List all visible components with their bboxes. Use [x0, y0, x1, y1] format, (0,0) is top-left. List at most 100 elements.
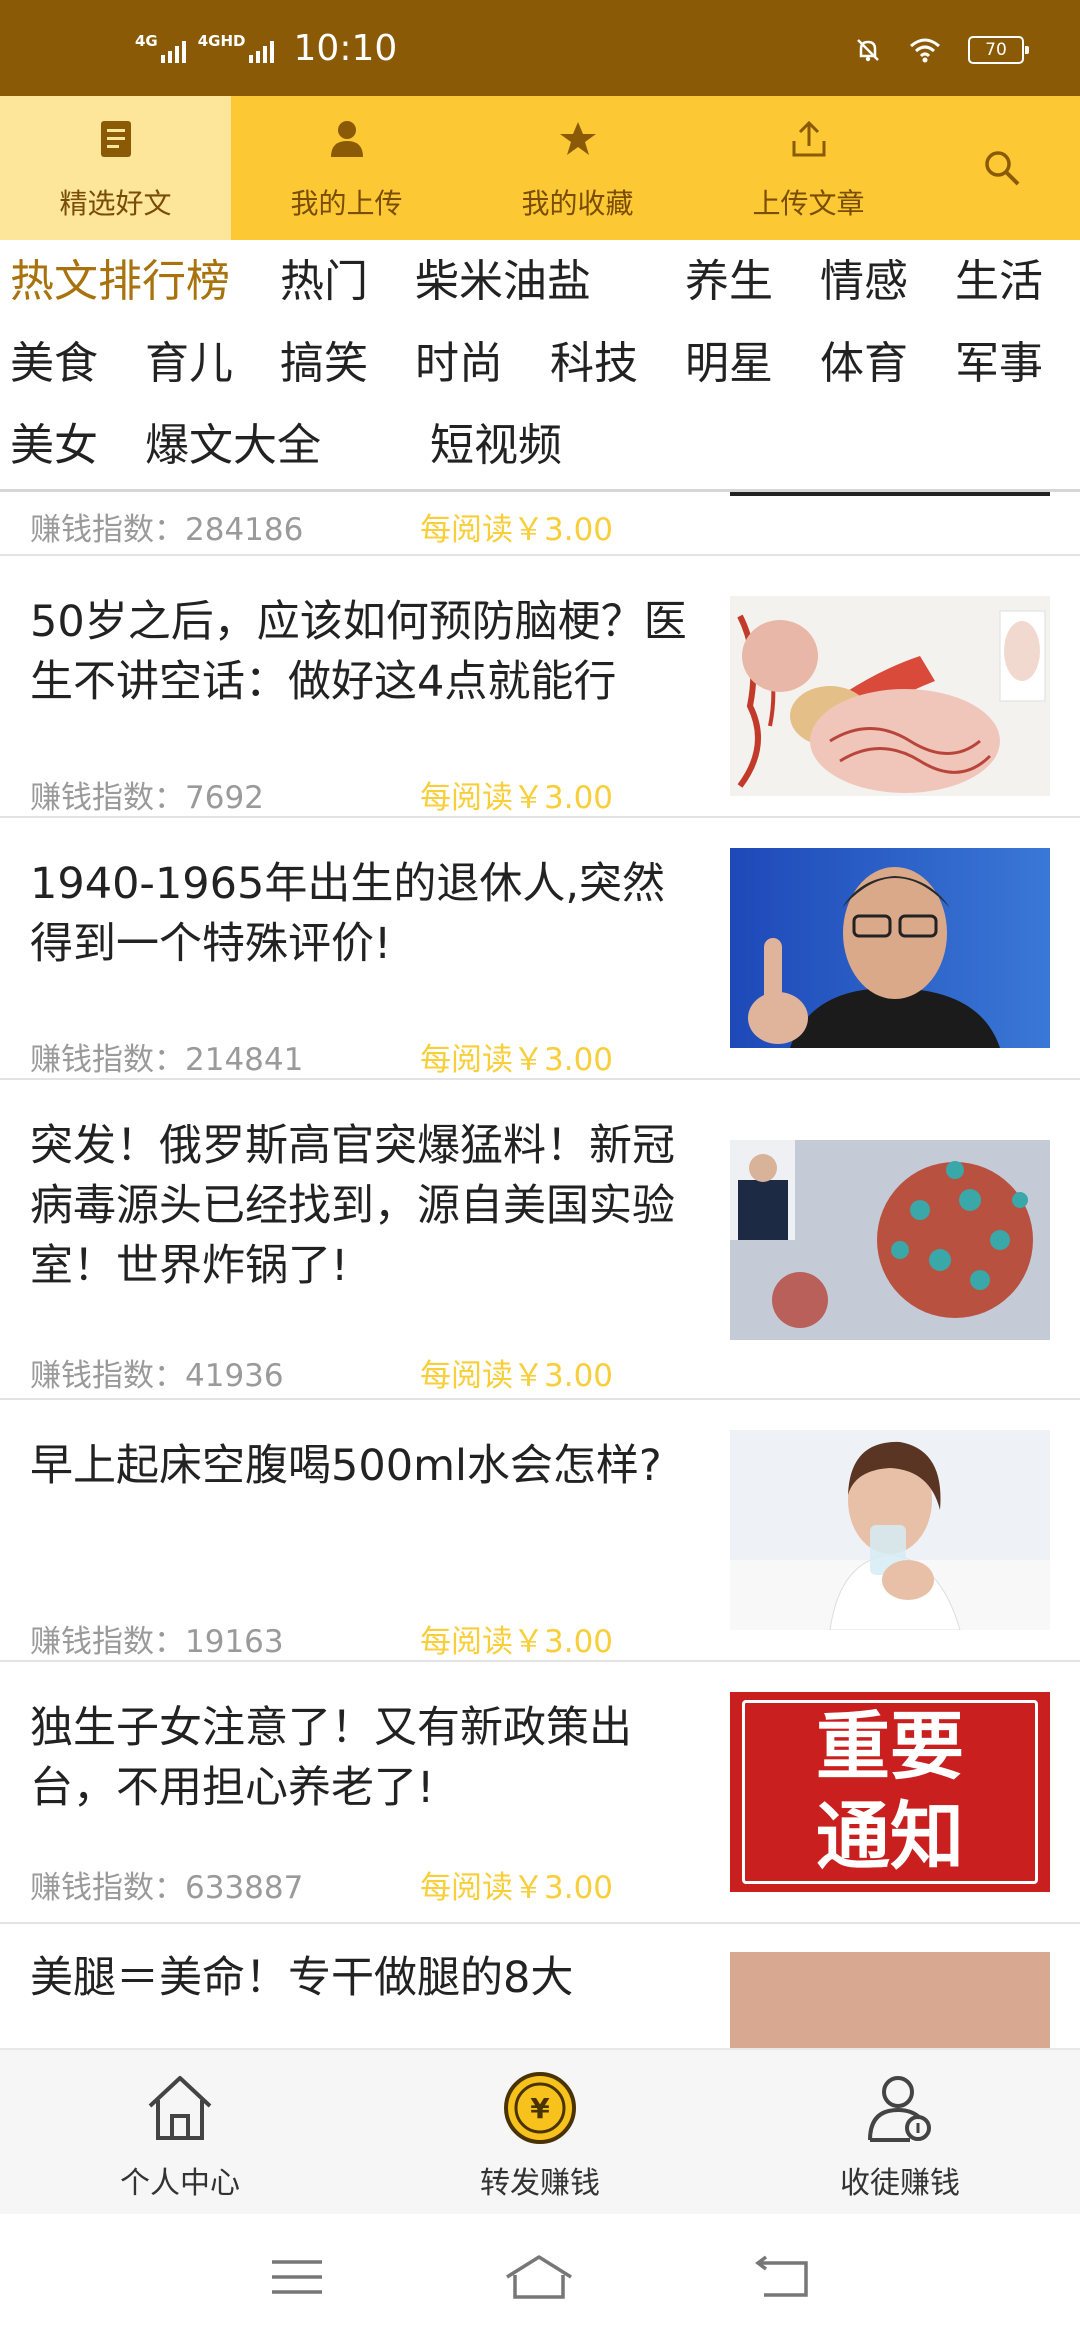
category-parenting[interactable]: 育儿: [145, 334, 233, 394]
earn-index: 赚钱指数：214841: [30, 1034, 303, 1079]
article-title: 突发！俄罗斯高官突爆猛料！新冠病毒源头已经找到，源自美国实验室！世界炸锅了!: [30, 1121, 675, 1291]
category-viral[interactable]: 爆文大全: [145, 416, 321, 476]
nav-label: 转发赚钱: [480, 2166, 600, 2201]
earn-value: 7692: [185, 780, 264, 816]
earn-index: 赚钱指数：7692: [30, 772, 264, 817]
nav-personal-center[interactable]: 个人中心: [0, 2050, 360, 2214]
search-icon: [985, 151, 1020, 186]
article-title: 独生子女注意了！又有新政策出台，不用担心养老了!: [30, 1703, 632, 1813]
nav-recruit-earn[interactable]: 收徒赚钱: [720, 2050, 1080, 2214]
category-short-video[interactable]: 短视频: [430, 416, 562, 476]
tab-featured[interactable]: 精选好文: [0, 96, 231, 240]
home-outline-icon[interactable]: [503, 2253, 575, 2301]
earn-value: 19163: [185, 1624, 284, 1660]
back-icon[interactable]: [754, 2255, 810, 2299]
category-popular[interactable]: 热门: [280, 252, 368, 312]
category-fashion[interactable]: 时尚: [415, 334, 503, 394]
top-tab-bar: 精选好文 我的上传 我的收藏 上传文章: [0, 96, 1080, 240]
category-hot-rank[interactable]: 热文排行榜: [10, 252, 230, 312]
price-per-read: 每阅读￥3.00: [420, 780, 614, 816]
category-life[interactable]: 生活: [955, 252, 1043, 312]
notice-image-text: 重要 通知: [742, 1700, 1038, 1884]
category-sports[interactable]: 体育: [820, 334, 908, 394]
earn-value: 41936: [185, 1358, 284, 1394]
menu-icon[interactable]: [270, 2257, 324, 2297]
earn-index: 赚钱指数：284186: [30, 504, 303, 549]
tab-label: 精选好文: [59, 187, 172, 220]
earn-index: 赚钱指数：633887: [30, 1862, 303, 1907]
category-funny[interactable]: 搞笑: [280, 334, 368, 394]
article-item[interactable]: 早上起床空腹喝500ml水会怎样? 赚钱指数：19163 每阅读￥3.00: [0, 1400, 1080, 1662]
system-nav-bar: [0, 2214, 1080, 2340]
article-thumbnail-speaker: [730, 848, 1050, 1048]
nav-share-earn[interactable]: ¥ 转发赚钱: [360, 2050, 720, 2214]
tab-label: 上传文章: [752, 187, 865, 220]
search-button[interactable]: [924, 96, 1080, 240]
status-bar: 4G 4GHD 10:10 70: [0, 0, 1080, 96]
earn-label: 赚钱指数：: [30, 1042, 185, 1078]
article-thumbnail-notice: 重要 通知: [730, 1692, 1050, 1892]
recruit-user-icon: [868, 2076, 931, 2142]
svg-text:¥: ¥: [530, 2092, 550, 2125]
mute-bell-icon: [857, 39, 879, 62]
article-item-partial[interactable]: 美腿＝美命！专干做腿的8大: [0, 1924, 1080, 2048]
earn-label: 赚钱指数：: [30, 1358, 185, 1394]
wifi-icon: [910, 38, 940, 63]
article-feed[interactable]: 赚钱指数：284186 每阅读￥3.00 50岁之后，应该如何预防脑梗？医生不讲…: [0, 492, 1080, 2048]
price-per-read: 每阅读￥3.00: [420, 1870, 614, 1906]
tab-my-favorites[interactable]: 我的收藏: [462, 96, 693, 240]
article-thumbnail: [730, 1952, 1050, 2048]
article-title: 50岁之后，应该如何预防脑梗？医生不讲空话：做好这4点就能行: [30, 597, 687, 707]
earn-label: 赚钱指数：: [30, 1624, 185, 1660]
category-tech[interactable]: 科技: [550, 334, 638, 394]
tab-upload-article[interactable]: 上传文章: [693, 96, 924, 240]
article-thumbnail-drinking: [730, 1430, 1050, 1630]
earn-label: 赚钱指数：: [30, 512, 185, 548]
category-health[interactable]: 养生: [685, 252, 773, 312]
price-per-read: 每阅读￥3.00: [420, 512, 614, 548]
earn-label: 赚钱指数：: [30, 780, 185, 816]
category-daily[interactable]: 柴米油盐: [415, 252, 591, 312]
category-beauty[interactable]: 美女: [10, 416, 98, 476]
network-label-2: 4GHD: [197, 32, 246, 50]
article-item[interactable]: 1940-1965年出生的退休人,突然得到一个特殊评价! 赚钱指数：214841…: [0, 818, 1080, 1080]
cell-signal-1: 4G: [135, 34, 186, 63]
category-military[interactable]: 军事: [955, 334, 1043, 394]
article-item-partial[interactable]: 赚钱指数：284186 每阅读￥3.00: [0, 492, 1080, 556]
article-item[interactable]: 突发！俄罗斯高官突爆猛料！新冠病毒源头已经找到，源自美国实验室！世界炸锅了! 赚…: [0, 1080, 1080, 1400]
earn-value: 284186: [185, 512, 304, 548]
earn-index: 赚钱指数：19163: [30, 1616, 284, 1661]
home-icon: [148, 2076, 212, 2140]
category-bar: 热文排行榜 热门 柴米油盐 养生 情感 生活 美食 育儿 搞笑 时尚 科技 明星…: [0, 240, 1080, 492]
earn-index: 赚钱指数：41936: [30, 1350, 284, 1395]
bottom-nav: 个人中心 ¥ 转发赚钱 收徒赚钱: [0, 2048, 1080, 2214]
article-title: 美腿＝美命！专干做腿的8大: [30, 1953, 574, 2003]
star-icon: [555, 116, 601, 162]
nav-label: 收徒赚钱: [840, 2166, 960, 2201]
article-title: 早上起床空腹喝500ml水会怎样?: [30, 1441, 662, 1491]
category-emotion[interactable]: 情感: [820, 252, 908, 312]
article-title: 1940-1965年出生的退休人,突然得到一个特殊评价!: [30, 859, 666, 969]
status-left: 4G 4GHD 10:10: [135, 28, 397, 69]
article-thumbnail-brain: [730, 596, 1050, 796]
status-right: 70: [854, 36, 1029, 64]
tab-label: 我的收藏: [521, 187, 634, 220]
clock: 10:10: [293, 28, 398, 69]
article-item[interactable]: 独生子女注意了！又有新政策出台，不用担心养老了! 赚钱指数：633887 每阅读…: [0, 1662, 1080, 1924]
category-food[interactable]: 美食: [10, 334, 98, 394]
earn-label: 赚钱指数：: [30, 1870, 185, 1906]
article-item[interactable]: 50岁之后，应该如何预防脑梗？医生不讲空话：做好这4点就能行 赚钱指数：7692…: [0, 556, 1080, 818]
nav-label: 个人中心: [120, 2166, 240, 2201]
document-icon: [93, 116, 139, 162]
network-label-1: 4G: [135, 32, 158, 50]
tab-my-uploads[interactable]: 我的上传: [231, 96, 462, 240]
category-celebrity[interactable]: 明星: [685, 334, 773, 394]
article-thumbnail-virus: [730, 1140, 1050, 1340]
signal-bars-icon: [248, 41, 274, 63]
notice-line-2: 通知: [816, 1794, 964, 1880]
price-per-read: 每阅读￥3.00: [420, 1624, 614, 1660]
cell-signal-2: 4GHD: [198, 34, 274, 63]
battery-icon: 70: [968, 36, 1029, 64]
earn-value: 633887: [185, 1870, 304, 1906]
earn-value: 214841: [185, 1042, 304, 1078]
